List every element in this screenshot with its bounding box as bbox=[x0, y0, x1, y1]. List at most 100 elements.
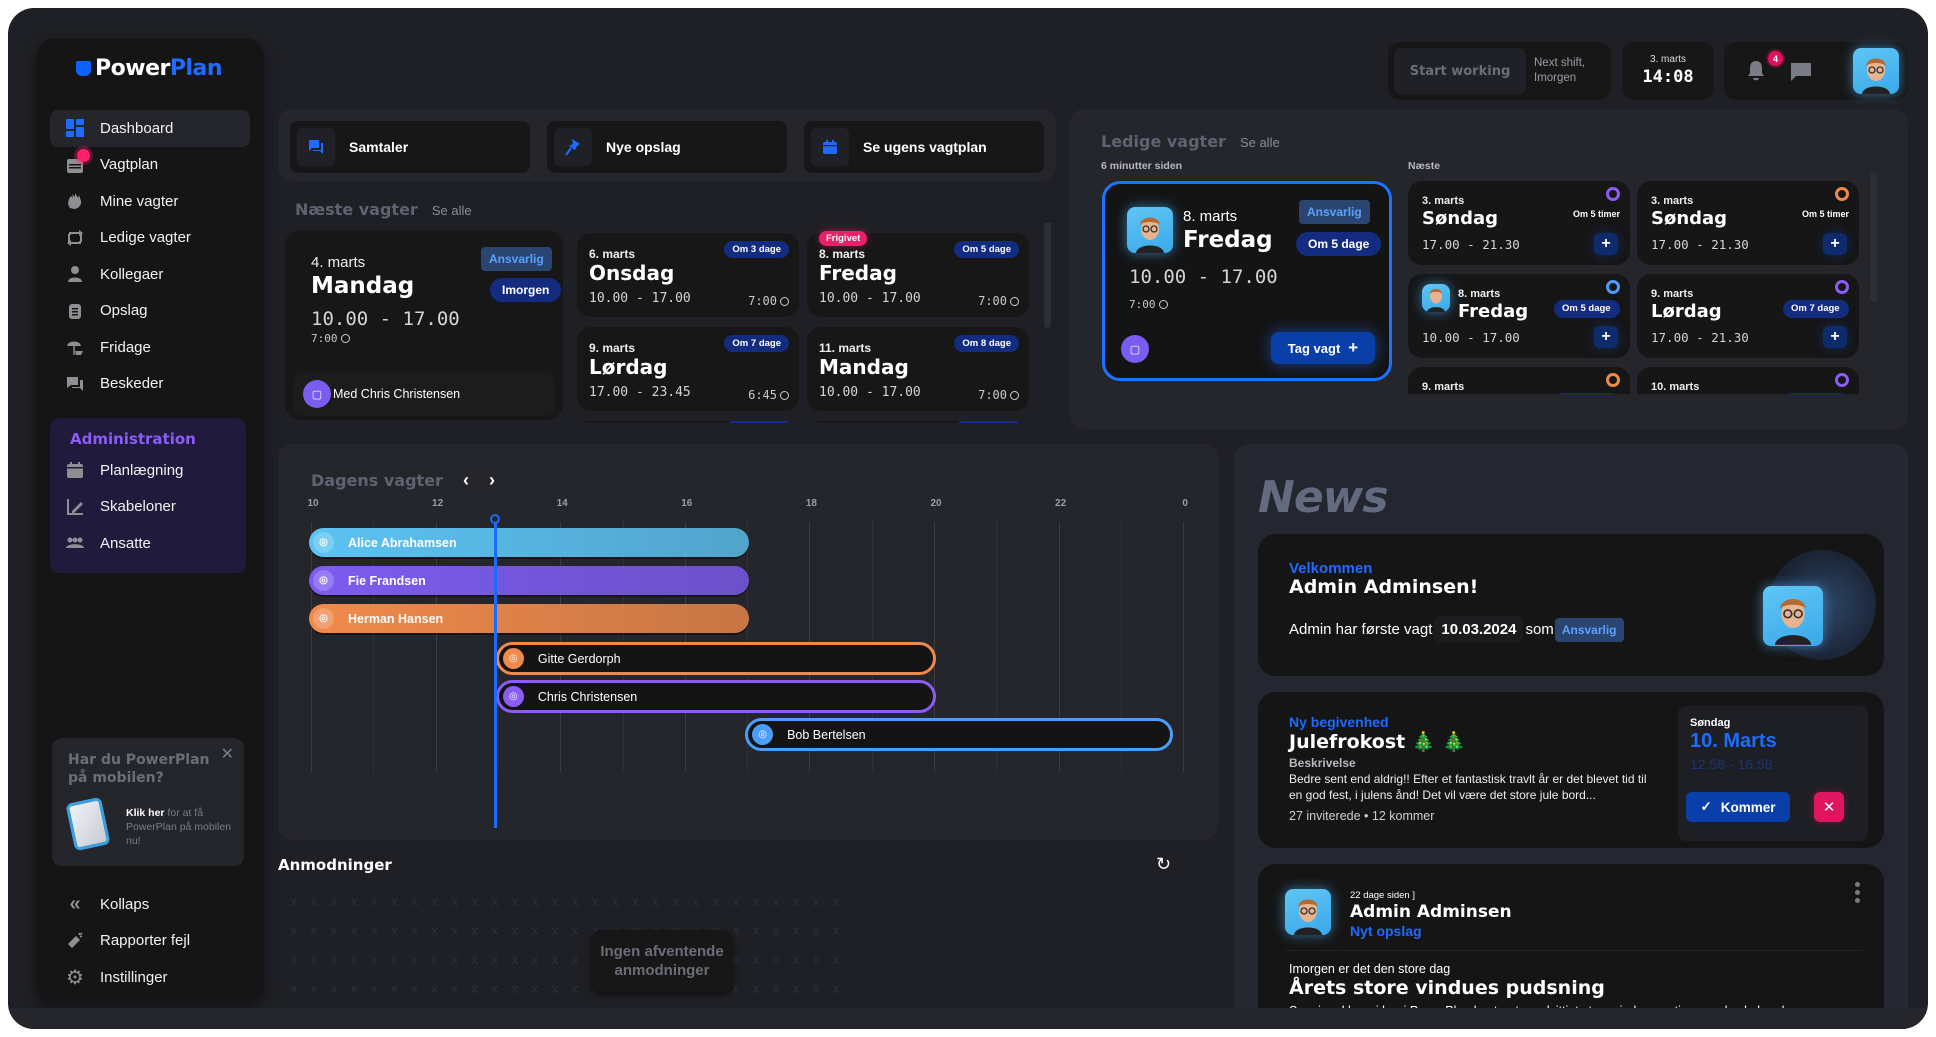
close-icon[interactable]: ✕ bbox=[221, 744, 234, 764]
decline-event-button[interactable]: ✕ bbox=[1814, 792, 1844, 822]
sidebar-item-rapporter-fejl[interactable]: Rapporter fejl bbox=[50, 923, 250, 960]
available-shifts-header: Ledige vagter Se alle bbox=[1101, 132, 1280, 151]
event-date-box: Søndag 10. Marts 12.58 - 16.58 ✓ Kommer ✕ bbox=[1678, 706, 1868, 841]
quick-action-nye-opslag[interactable]: Nye opslag bbox=[547, 121, 787, 173]
shift-day: Fredag bbox=[1183, 227, 1273, 253]
available-shift-card[interactable]: 3. marts Søndag 17.00 - 21.30 Om 5 timer + bbox=[1408, 181, 1630, 265]
hour-tick-label: 16 bbox=[681, 498, 693, 509]
notification-dot bbox=[77, 148, 90, 162]
duration-value: 7:00 bbox=[978, 294, 1007, 308]
refresh-icon[interactable]: ↻ bbox=[1156, 854, 1171, 875]
hour-tick-label: 0 bbox=[1182, 498, 1188, 509]
calendar-icon bbox=[64, 459, 86, 481]
bell-icon[interactable] bbox=[1746, 60, 1766, 87]
quick-action-se-ugens-vagtplan[interactable]: Se ugens vagtplan bbox=[804, 121, 1044, 173]
available-shift-card[interactable]: 10. marts+ bbox=[1637, 367, 1859, 394]
employee-avatar: ◎ bbox=[752, 724, 774, 745]
featured-shift-card[interactable]: 4. marts Mandag 10.00 - 17.00 7:00 Ansva… bbox=[285, 230, 563, 420]
shift-bar[interactable]: ◎ Bob Bertelsen bbox=[745, 718, 1173, 751]
sidebar-item-dashboard[interactable]: Dashboard bbox=[50, 110, 250, 147]
shift-card[interactable]: 11. marts Mandag 10.00 - 17.00 Om 8 dage… bbox=[807, 327, 1029, 411]
sidebar-item-label: Skabeloner bbox=[100, 498, 176, 516]
shift-card[interactable]: Frigivet 8. marts Fredag 10.00 - 17.00 O… bbox=[807, 231, 1029, 317]
main-nav: Dashboard Vagtplan Mine vagter Ledige va… bbox=[50, 110, 250, 402]
featured-available-shift[interactable]: 8. marts Fredag 10.00 - 17.00 7:00 Ansva… bbox=[1102, 181, 1392, 381]
available-shift-card[interactable]: 9. marts+ bbox=[1408, 367, 1630, 394]
shift-bar[interactable]: ◎ Fie Frandsen bbox=[309, 566, 750, 595]
available-shift-card[interactable]: 9. marts Lørdag 17.00 - 21.30 Om 7 dage + bbox=[1637, 274, 1859, 358]
app-frame: Power Plan Dashboard Vagtplan Mine vagter… bbox=[8, 8, 1928, 1029]
accept-event-button[interactable]: ✓ Kommer bbox=[1686, 792, 1790, 822]
logo[interactable]: Power Plan bbox=[76, 56, 223, 81]
coworker-row: ▢ Med Chris Christensen bbox=[293, 372, 555, 416]
shift-color-indicator bbox=[1835, 373, 1849, 387]
shift-card[interactable] bbox=[807, 421, 1029, 423]
shift-time: 10.00 - 17.00 bbox=[819, 291, 921, 306]
chevron-left-icon[interactable]: ‹ bbox=[463, 470, 469, 491]
gear-icon: ⚙ bbox=[66, 966, 84, 989]
sidebar-item-planlaegning[interactable]: Planlægning bbox=[50, 452, 246, 489]
sidebar-item-kollegaer[interactable]: Kollegaer bbox=[50, 256, 250, 293]
duration-value: 7:00 bbox=[978, 388, 1007, 402]
sidebar-item-opslag[interactable]: Opslag bbox=[50, 293, 250, 330]
start-working-button[interactable]: Start working bbox=[1394, 48, 1526, 94]
take-shift-button[interactable]: + bbox=[1594, 326, 1618, 348]
take-shift-button[interactable]: + bbox=[1823, 233, 1847, 255]
see-all-link[interactable]: Se alle bbox=[1240, 135, 1280, 150]
duration-value: 7:00 bbox=[311, 332, 338, 345]
shift-bar[interactable]: ◎ Herman Hansen bbox=[309, 604, 750, 633]
sidebar-item-beskeder[interactable]: Beskeder bbox=[50, 366, 250, 403]
sidebar-item-label: Beskeder bbox=[100, 375, 164, 393]
chevron-right-icon[interactable]: › bbox=[489, 470, 495, 491]
shift-duration: 7:00 bbox=[978, 388, 1019, 402]
sidebar-item-mine-vagter[interactable]: Mine vagter bbox=[50, 183, 250, 220]
shift-day: Mandag bbox=[819, 355, 909, 379]
sidebar-item-vagtplan[interactable]: Vagtplan bbox=[50, 147, 250, 184]
shift-card[interactable]: 6. marts Onsdag 10.00 - 17.00 Om 3 dage … bbox=[577, 233, 799, 317]
dashboard-icon bbox=[64, 117, 86, 139]
employee-name: Fie Frandsen bbox=[348, 573, 426, 588]
user-avatar[interactable] bbox=[1853, 48, 1899, 94]
available-shifts-scrollbar[interactable] bbox=[1870, 172, 1877, 302]
sidebar-item-instillinger[interactable]: ⚙ Instillinger bbox=[50, 959, 250, 996]
quick-action-samtaler[interactable]: Samtaler bbox=[290, 121, 530, 173]
available-shifts-list: 3. marts Søndag 17.00 - 21.30 Om 5 timer +3.… bbox=[1406, 178, 1866, 394]
sidebar-item-skabeloner[interactable]: Skabeloner bbox=[50, 489, 246, 526]
take-shift-button[interactable]: Tag vagt + bbox=[1271, 332, 1375, 364]
next-shift-info: Next shift, Imorgen bbox=[1534, 56, 1585, 86]
messages-icon bbox=[64, 373, 86, 395]
sidebar-item-ledige-vagter[interactable]: Ledige vagter bbox=[50, 220, 250, 257]
shift-bar[interactable]: ◎ Gitte Gerdorph bbox=[495, 642, 936, 675]
employee-name: Gitte Gerdorph bbox=[537, 651, 621, 666]
employee-name: Alice Abrahamsen bbox=[348, 535, 457, 550]
swap-icon bbox=[64, 227, 86, 249]
shift-card[interactable]: 9. marts Lørdag 17.00 - 23.45 Om 7 dage … bbox=[577, 327, 799, 411]
available-shift-card[interactable]: 8. marts Fredag 10.00 - 17.00 Om 5 dage + bbox=[1408, 274, 1630, 358]
take-shift-button[interactable]: + bbox=[1594, 233, 1618, 255]
shift-bar[interactable]: ◎ Alice Abrahamsen bbox=[309, 528, 750, 557]
mobile-app-promo[interactable]: Har du PowerPlan på mobilen? ✕ Klik her … bbox=[52, 738, 244, 866]
shift-card[interactable] bbox=[577, 421, 799, 423]
sidebar-item-fridage[interactable]: Fridage bbox=[50, 329, 250, 366]
chat-icon[interactable] bbox=[1790, 62, 1812, 87]
shift-date: 8. marts bbox=[1458, 288, 1501, 300]
sidebar-item-ansatte[interactable]: Ansatte bbox=[50, 525, 246, 562]
requests-empty-state: Ingen afventende anmodninger bbox=[591, 930, 733, 992]
next-shifts-scrollbar[interactable] bbox=[1044, 223, 1051, 328]
shift-bar[interactable]: ◎ Chris Christensen bbox=[495, 680, 936, 713]
take-shift-button[interactable]: + bbox=[1823, 326, 1847, 348]
welcome-text-before: Admin har første vagt bbox=[1289, 621, 1433, 638]
sidebar-item-label: Opslag bbox=[100, 302, 148, 320]
first-shift-date: 10.03.2024 bbox=[1434, 616, 1524, 643]
clock-icon bbox=[340, 334, 350, 343]
promo-cta-link[interactable]: Klik her bbox=[126, 807, 165, 819]
employee-avatar: ◎ bbox=[313, 570, 334, 591]
sidebar-item-kollaps[interactable]: « Kollaps bbox=[50, 886, 250, 923]
section-title: Næste vagter bbox=[295, 200, 418, 219]
more-options-icon[interactable] bbox=[1855, 882, 1860, 903]
event-description: Bedre sent end aldrig!! Efter et fantast… bbox=[1289, 772, 1647, 802]
available-shift-card[interactable]: 3. marts Søndag 17.00 - 21.30 Om 5 timer + bbox=[1637, 181, 1859, 265]
employee-avatar: ◎ bbox=[502, 648, 524, 669]
see-all-link[interactable]: Se alle bbox=[432, 203, 472, 218]
clock-icon bbox=[780, 296, 789, 306]
